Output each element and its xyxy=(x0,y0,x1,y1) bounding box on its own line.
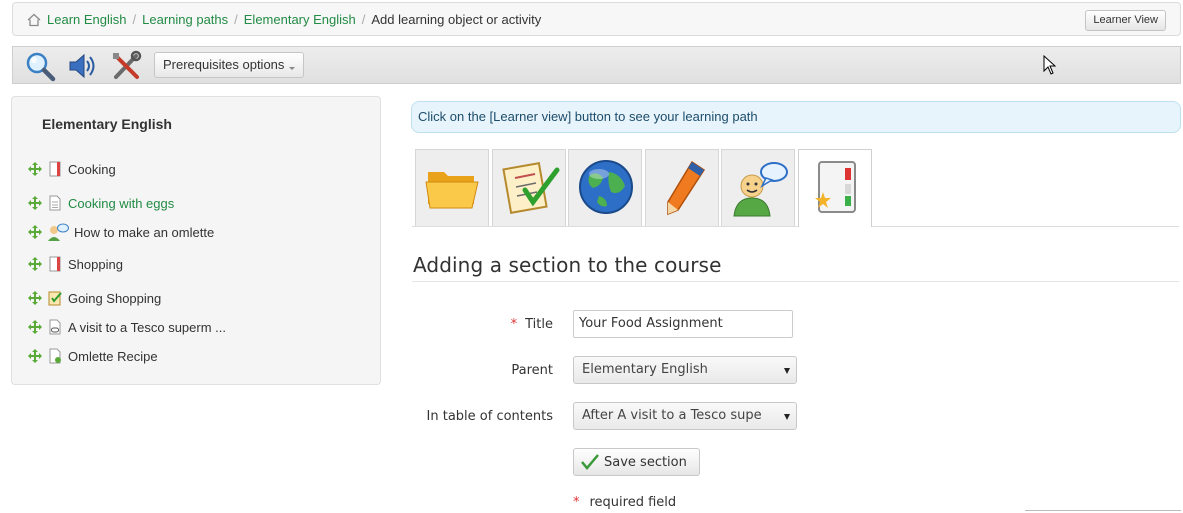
required-marker: * xyxy=(573,495,580,510)
breadcrumb-separator: / xyxy=(132,12,137,27)
tab-add-quiz[interactable] xyxy=(492,149,566,226)
breadcrumb-learn-english[interactable]: Learn English xyxy=(47,12,127,27)
required-field-note: * required field xyxy=(573,495,676,510)
tab-add-link[interactable] xyxy=(568,149,642,226)
title-label: * Title xyxy=(511,317,553,332)
document-icon xyxy=(49,195,61,211)
chapter-icon xyxy=(49,256,61,272)
prerequisites-options-dropdown[interactable]: Prerequisites options xyxy=(154,52,305,78)
mouse-cursor-icon xyxy=(1043,55,1057,75)
parent-select-value: Elementary English xyxy=(582,362,708,377)
move-handle-icon[interactable] xyxy=(28,196,42,210)
tree-item-label: A visit to a Tesco superm ... xyxy=(68,319,226,335)
add-item-tabs xyxy=(412,149,1179,227)
file-icon xyxy=(49,348,61,364)
tree-item-label: How to make an omlette xyxy=(74,224,215,240)
breadcrumb-learning-paths[interactable]: Learning paths xyxy=(142,12,228,27)
learner-view-button[interactable]: Learner View xyxy=(1085,10,1166,31)
tree-item-label: Omlette Recipe xyxy=(68,348,158,364)
title-input[interactable]: Your Food Assignment xyxy=(573,310,793,338)
heading-divider xyxy=(412,281,1179,282)
chapter-icon xyxy=(49,161,61,177)
tab-add-folder[interactable] xyxy=(415,149,489,226)
tab-add-forum[interactable] xyxy=(721,149,795,226)
learning-path-title: Elementary English xyxy=(42,116,172,132)
parent-label: Parent xyxy=(511,363,553,378)
quiz-checklist-icon xyxy=(502,162,560,214)
breadcrumb-separator: / xyxy=(361,12,366,27)
save-section-button[interactable]: Save section xyxy=(573,448,700,476)
breadcrumb-separator: / xyxy=(234,12,238,27)
tree-item-omlette-recipe[interactable]: Omlette Recipe xyxy=(28,348,158,364)
tree-item-tesco-visit[interactable]: A visit to a Tesco superm ... xyxy=(28,319,226,335)
required-marker: * xyxy=(510,317,518,332)
dropdown-arrow-icon xyxy=(784,414,790,420)
tree-item-omlette[interactable]: How to make an omlette xyxy=(28,222,214,242)
forum-chat-icon xyxy=(733,162,788,217)
folder-icon xyxy=(425,172,479,209)
title-label-text: Title xyxy=(525,317,553,332)
learning-path-tree: Elementary English Cooking Cooking with … xyxy=(11,96,381,385)
tab-add-section[interactable] xyxy=(798,149,872,227)
forum-users-icon xyxy=(48,223,69,241)
tree-item-label: Cooking xyxy=(68,161,116,177)
required-note-text: required field xyxy=(589,495,677,510)
breadcrumb-elementary-english[interactable]: Elementary English xyxy=(244,12,356,27)
toolbar: Prerequisites options xyxy=(12,46,1181,84)
breadcrumb-bar: Learn English / Learning paths / Element… xyxy=(12,2,1181,36)
chevron-down-icon xyxy=(289,67,296,70)
toc-label: In table of contents xyxy=(426,409,553,424)
toc-position-select[interactable]: After A visit to a Tesco supe xyxy=(573,402,797,430)
tree-item-label: Shopping xyxy=(68,256,123,272)
move-handle-icon[interactable] xyxy=(28,257,42,271)
toc-select-value: After A visit to a Tesco supe xyxy=(582,408,762,423)
checkmark-icon xyxy=(581,454,599,470)
tree-item-label: Cooking with eggs xyxy=(68,195,175,211)
parent-select[interactable]: Elementary English xyxy=(573,356,797,384)
home-icon[interactable] xyxy=(27,13,41,27)
tab-add-assignment[interactable] xyxy=(645,149,719,226)
move-handle-icon[interactable] xyxy=(28,320,42,334)
move-handle-icon[interactable] xyxy=(28,349,42,363)
globe-link-icon xyxy=(579,160,633,214)
prerequisites-options-label: Prerequisites options xyxy=(163,57,285,72)
breadcrumb: Learn English / Learning paths / Element… xyxy=(27,12,541,27)
move-handle-icon[interactable] xyxy=(28,162,42,176)
new-section-icon xyxy=(815,161,856,213)
pencil-assignment-icon xyxy=(667,160,706,216)
tree-item-label: Going Shopping xyxy=(68,290,162,306)
move-handle-icon[interactable] xyxy=(28,291,42,305)
magnifier-preview-icon[interactable] xyxy=(23,50,57,82)
breadcrumb-current: Add learning object or activity xyxy=(371,12,542,27)
speaker-audio-icon[interactable] xyxy=(66,50,100,82)
form-heading: Adding a section to the course xyxy=(413,253,722,277)
divider xyxy=(1025,510,1181,511)
save-section-label: Save section xyxy=(604,454,687,470)
tools-settings-icon[interactable] xyxy=(110,50,144,82)
dropdown-arrow-icon xyxy=(784,368,790,374)
tree-item-cooking-with-eggs[interactable]: Cooking with eggs xyxy=(28,195,174,211)
tree-item-shopping[interactable]: Shopping xyxy=(28,256,123,272)
move-handle-icon[interactable] xyxy=(28,225,42,239)
quiz-icon xyxy=(48,291,62,306)
tree-item-going-shopping[interactable]: Going Shopping xyxy=(28,290,161,306)
link-icon xyxy=(49,319,61,335)
tree-item-cooking[interactable]: Cooking xyxy=(28,161,116,177)
info-message: Click on the [Learner view] button to se… xyxy=(411,101,1181,133)
